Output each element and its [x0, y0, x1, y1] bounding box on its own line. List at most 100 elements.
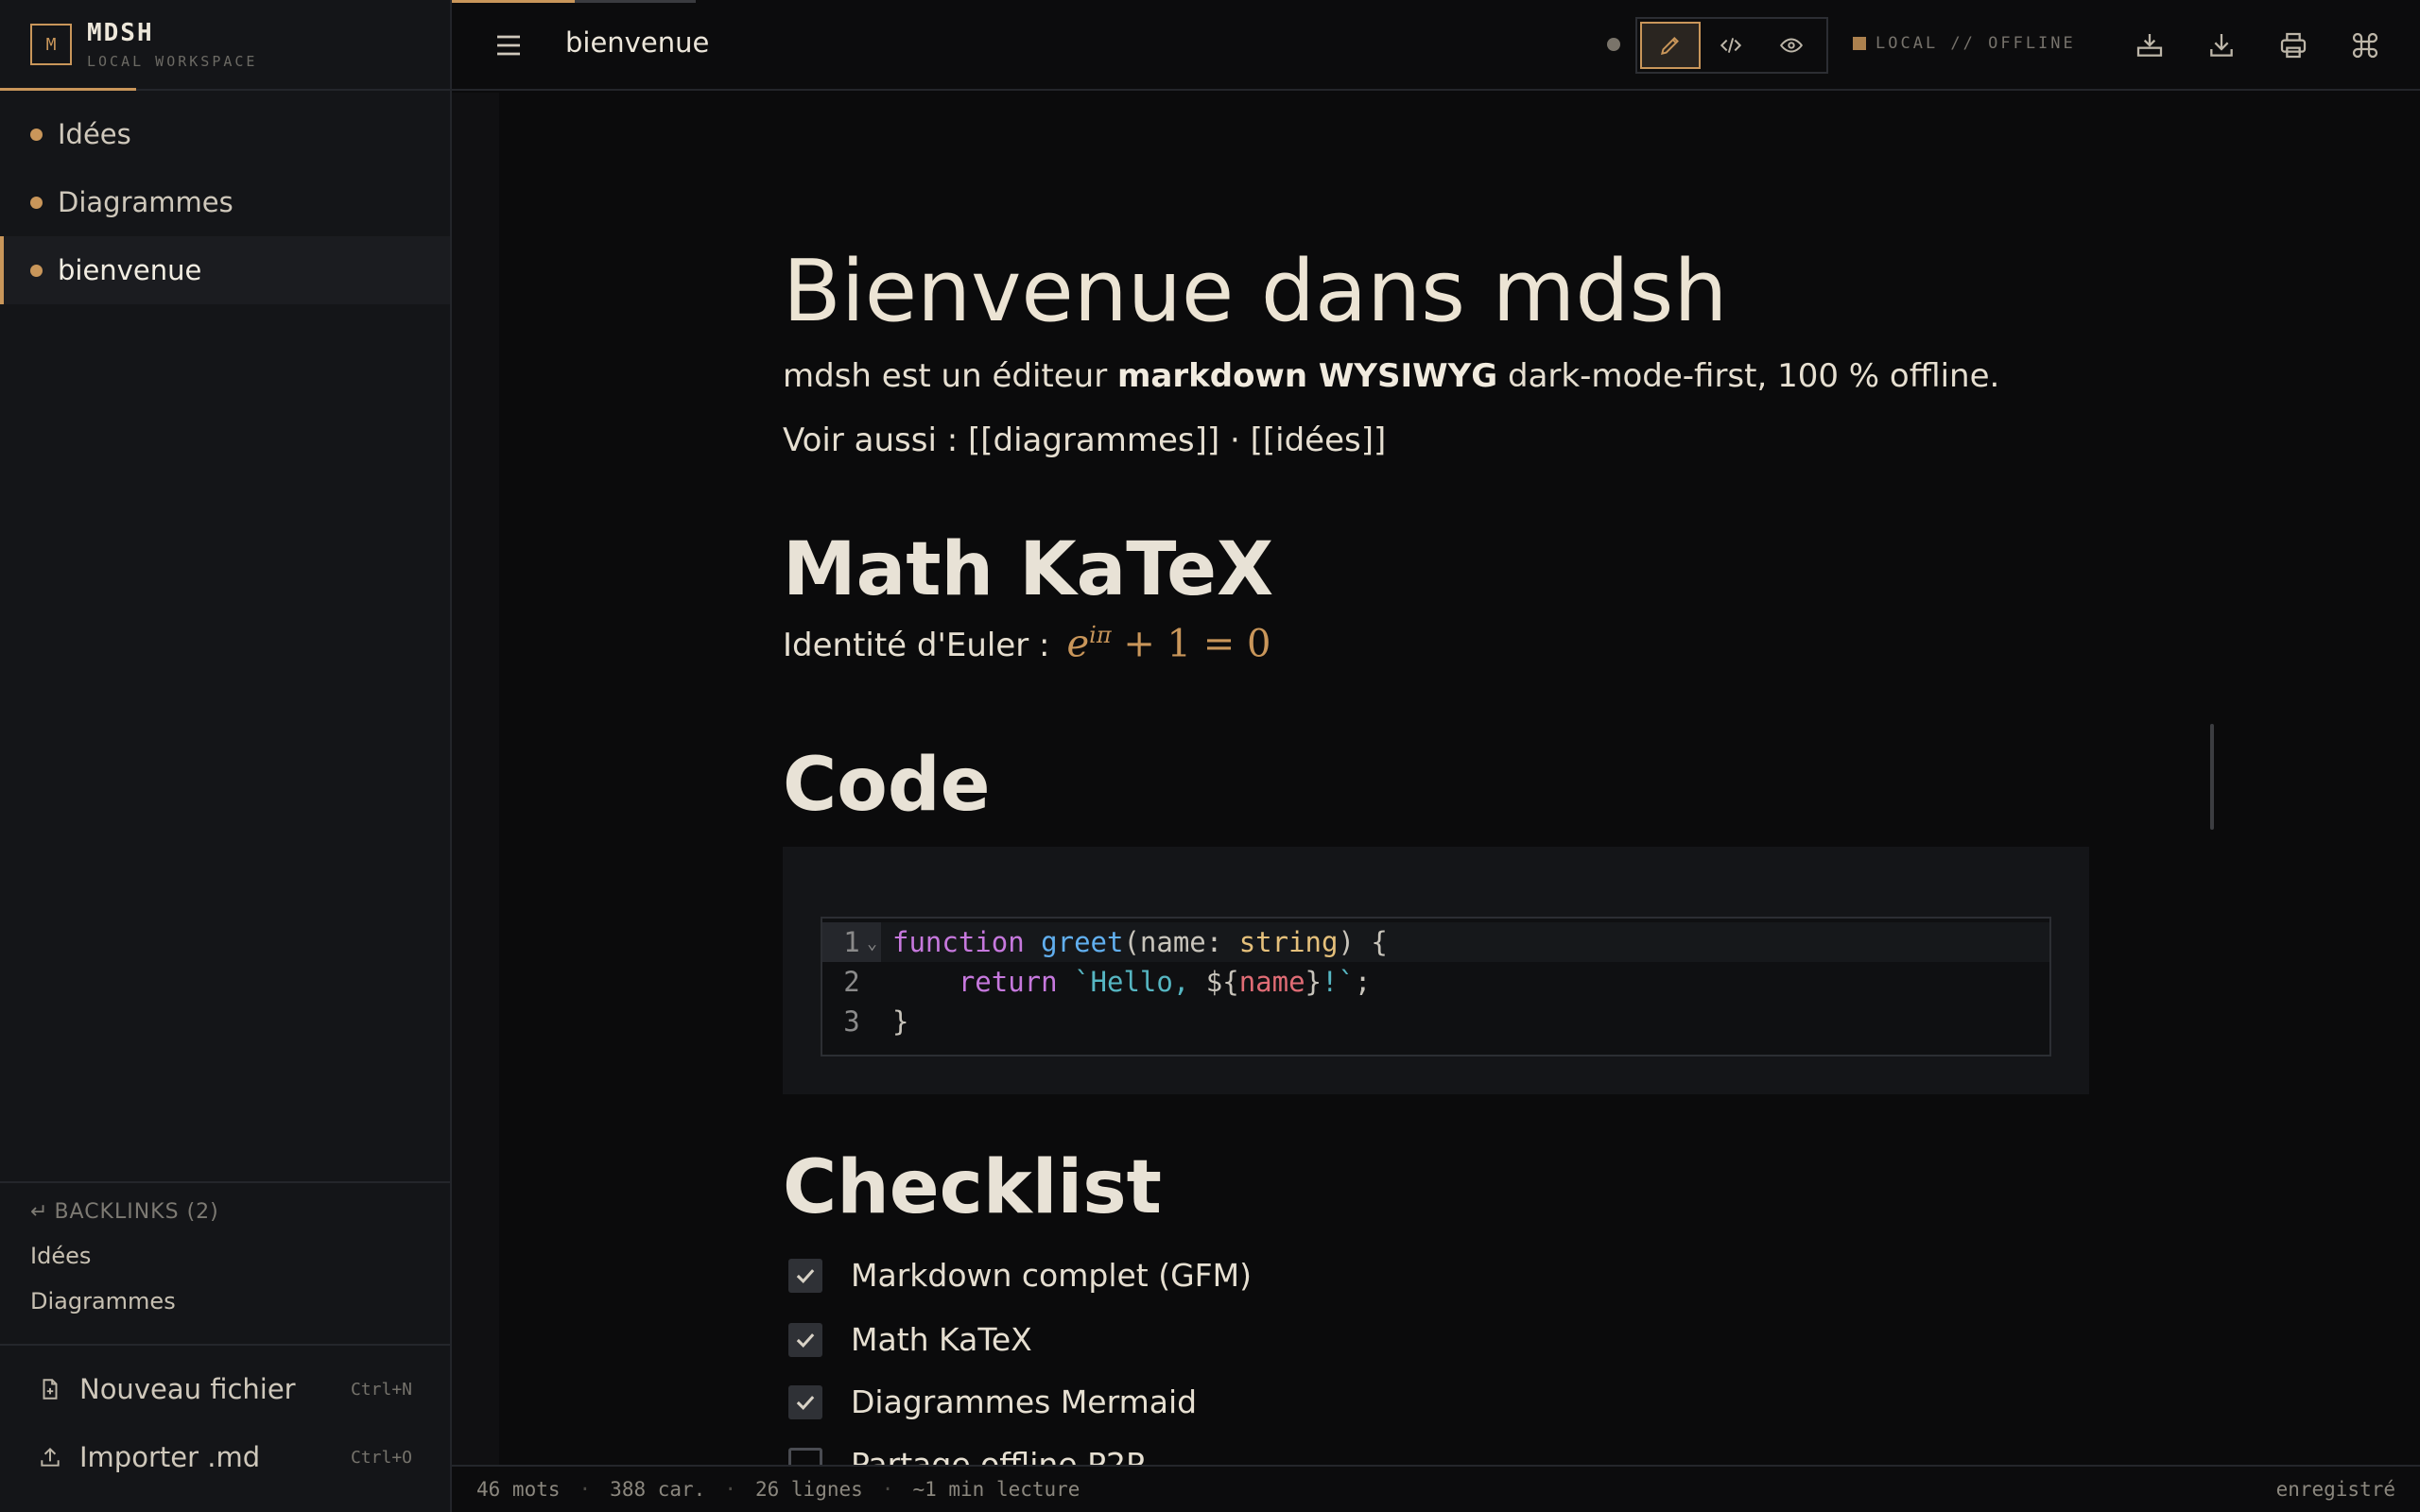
file-dot-icon [30, 264, 43, 277]
heading-math: Math KaTeX [783, 527, 1274, 612]
upload-icon [41, 1447, 60, 1467]
task-item: Math KaTeX [788, 1321, 1032, 1358]
editor-gutter [452, 93, 499, 1465]
task-checkbox[interactable] [788, 1258, 822, 1293]
save-local-icon [2136, 34, 2163, 57]
status-separator: · [579, 1478, 592, 1501]
scrollbar-thumb[interactable] [2210, 724, 2214, 830]
euler-formula: eiπ + 1 = 0 [1066, 622, 1271, 666]
app-logo: M [30, 24, 72, 65]
status-separator: · [724, 1478, 736, 1501]
import-md-label: Importer .md [79, 1441, 261, 1473]
file-item-bienvenue[interactable]: bienvenue [0, 236, 450, 304]
file-item-diagrammes[interactable]: Diagrammes [0, 168, 450, 236]
task-checkbox[interactable] [788, 1322, 822, 1357]
mode-wysiwyg-button[interactable] [1640, 22, 1701, 69]
download-button[interactable] [2203, 26, 2240, 64]
line-number: 2 [843, 966, 860, 998]
code-source: function greet(name: string) { [892, 926, 1388, 958]
task-item: Diagrammes Mermaid [788, 1383, 1197, 1420]
tab-indicator [452, 0, 575, 3]
line-number-label: 1 [843, 926, 860, 958]
offline-square-icon [1853, 37, 1866, 50]
task-label: Markdown complet (GFM) [851, 1257, 1253, 1294]
code-editor[interactable]: 1 ⌄ function greet(name: string) { 2 retu… [821, 917, 2051, 1057]
save-status: enregistré [2275, 1478, 2395, 1501]
check-icon [796, 1268, 815, 1283]
intro-text-bold: markdown WYSIWYG [1116, 357, 1498, 395]
app-title: MDSH [87, 19, 154, 47]
brand-header: M MDSH LOCAL WORKSPACE [0, 0, 450, 91]
file-item-label: Diagrammes [58, 186, 233, 218]
hamburger-icon [497, 35, 520, 56]
backlink-diagrammes[interactable]: Diagrammes [30, 1288, 420, 1314]
file-plus-icon [43, 1379, 58, 1400]
heading-code: Code [783, 743, 991, 828]
see-also-paragraph: Voir aussi : [[diagrammes]] · [[idées]] [783, 421, 1387, 459]
offline-label: LOCAL // OFFLINE [1876, 34, 2076, 53]
check-icon [796, 1332, 815, 1348]
command-palette-button[interactable] [2346, 26, 2384, 64]
line-number: 3 [843, 1005, 860, 1038]
word-count: 46 mots [476, 1478, 561, 1501]
brand-accent-line [0, 88, 136, 91]
euler-label: Identité d'Euler : [783, 627, 1050, 665]
file-dot-icon [30, 128, 43, 141]
topbar: bienvenue LOCAL // OFFLINE [452, 0, 2420, 91]
task-label: Diagrammes Mermaid [851, 1383, 1198, 1420]
new-file-shortcut: Ctrl+N [350, 1379, 412, 1400]
code-block: 1 ⌄ function greet(name: string) { 2 retu… [783, 847, 2089, 1094]
task-checkbox[interactable] [788, 1447, 822, 1465]
mode-preview-button[interactable] [1761, 22, 1822, 69]
import-md-button[interactable]: Importer .md Ctrl+O [0, 1423, 450, 1491]
file-item-idees[interactable]: Idées [0, 100, 450, 168]
app-window: M MDSH LOCAL WORKSPACE Idées Diagrammes … [0, 0, 2420, 1512]
editor-area[interactable]: Bienvenue dans mdsh mdsh est un éditeur … [452, 93, 2420, 1465]
check-icon [796, 1395, 815, 1410]
download-icon [2210, 34, 2233, 57]
command-icon [2352, 32, 2378, 59]
menu-toggle-button[interactable] [492, 28, 526, 62]
return-arrow-icon: ↵ [30, 1200, 49, 1224]
code-source: } [892, 1005, 909, 1038]
intro-text-end: dark-mode-first, 100 % offline. [1497, 357, 2000, 395]
backlinks-heading-label: BACKLINKS (2) [54, 1200, 219, 1224]
print-button[interactable] [2274, 26, 2312, 64]
app-subtitle: LOCAL WORKSPACE [87, 53, 258, 70]
offline-indicator: LOCAL // OFFLINE [1853, 34, 2076, 53]
reading-time: ~1 min lecture [912, 1478, 1080, 1501]
code-line: 2 return `Hello, ${name}!`; [822, 962, 2049, 1002]
status-bar: 46 mots · 388 car. · 26 lignes · ~1 min … [452, 1465, 2420, 1512]
task-item: Partage offline P2P [788, 1446, 1145, 1465]
save-local-button[interactable] [2131, 26, 2169, 64]
task-label: Math KaTeX [851, 1321, 1032, 1358]
char-count: 388 car. [610, 1478, 706, 1501]
file-list: Idées Diagrammes bienvenue [0, 91, 450, 304]
heading-main: Bienvenue dans mdsh [783, 242, 1728, 341]
sidebar-actions: Nouveau fichier Ctrl+N Importer .md Ctrl… [0, 1344, 450, 1491]
code-icon [1720, 38, 1742, 53]
fold-chevron-icon[interactable]: ⌄ [867, 924, 877, 964]
document-title: bienvenue [565, 26, 710, 59]
eye-icon [1779, 38, 1804, 53]
backlink-idees[interactable]: Idées [30, 1243, 420, 1269]
task-item: Markdown complet (GFM) [788, 1257, 1252, 1294]
import-md-shortcut: Ctrl+O [350, 1447, 412, 1468]
new-file-button[interactable]: Nouveau fichier Ctrl+N [0, 1355, 450, 1423]
intro-text-start: mdsh est un éditeur [783, 357, 1117, 395]
file-dot-icon [30, 196, 43, 209]
status-separator: · [881, 1478, 894, 1501]
pencil-icon [1660, 37, 1679, 56]
mode-source-button[interactable] [1701, 22, 1761, 69]
euler-paragraph: Identité d'Euler : eiπ + 1 = 0 [783, 622, 1270, 665]
sync-status-dot [1607, 38, 1620, 51]
code-line: 1 ⌄ function greet(name: string) { [822, 922, 2049, 962]
intro-paragraph: mdsh est un éditeur markdown WYSIWYG dar… [783, 357, 1999, 395]
task-checkbox[interactable] [788, 1384, 822, 1419]
line-number: 1 ⌄ [822, 922, 881, 962]
code-line: 3 } [822, 1002, 2049, 1041]
editor-mode-switch [1635, 17, 1828, 74]
heading-checklist: Checklist [783, 1145, 1162, 1230]
backlinks-panel: ↵ BACKLINKS (2) Idées Diagrammes [0, 1181, 450, 1344]
code-source: return `Hello, ${name}!`; [958, 966, 1372, 998]
